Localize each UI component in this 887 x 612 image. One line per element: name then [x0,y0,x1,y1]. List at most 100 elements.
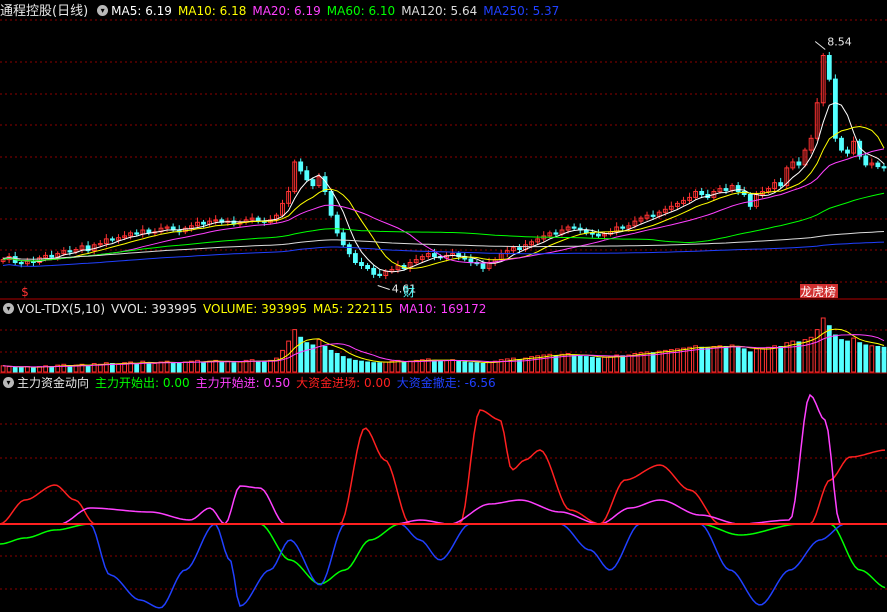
flow-indicator-name: 主力资金动向 [17,376,90,390]
volume-bar [225,360,231,373]
ma250-line [2,241,885,267]
candle-body [571,226,577,229]
big-out-label: 大资金撤走: -6.56 [396,376,496,390]
volume-bar [359,360,364,373]
volume-bar [826,325,832,373]
candle-body [778,182,784,187]
candle-body [310,179,316,187]
volume-bar [346,358,352,373]
candle-body [371,267,377,275]
volume-bar [158,361,164,373]
candle-body [875,162,881,168]
volume-bar [711,346,717,373]
volume-bar [49,366,55,373]
ma5-line [2,102,885,273]
volume-bar [626,354,632,373]
volume-bar [219,361,225,373]
volume-bar [729,344,735,373]
volume-bar [875,346,881,373]
flow-pane-header: ▾ 主力资金动向 主力开始出: 0.00 主力开始进: 0.50 大资金进场: 0.00… [0,374,502,392]
volume-bar [778,346,784,373]
volume-bar [322,346,328,373]
volume-bar [735,346,741,373]
indicator-toggle-icon[interactable]: ▾ [97,5,109,16]
volume-bar [292,329,298,373]
volume-bar [182,361,188,373]
volume-pane-header: ▾ VOL-TDX(5,10) VVOL: 393995 VOLUME: 393995… [0,300,492,318]
volume-bar [377,362,383,373]
candle-body [480,263,486,269]
ma20-label: MA20: 6.19 [252,4,321,18]
volume-bar [608,356,614,373]
flow-series-magenta [0,393,885,525]
candle-body [353,253,358,264]
volume-bar [814,329,820,373]
ma5-label: MA5: 6.19 [111,4,172,18]
price-pane-header: 通程控股(日线) ▾ MA5: 6.19 MA10: 6.18 MA20: 6.19 MA… [0,2,565,20]
volume-bar [839,339,844,373]
volume-bar [237,361,243,373]
ma60-label: MA60: 6.10 [326,4,396,18]
chart-marker: 财 [403,285,415,299]
volume-bar [25,366,30,373]
candle-body [328,191,334,216]
volume-bar [334,353,340,373]
volume-bar [268,359,273,373]
candle-body [201,221,206,225]
volume-bar [371,362,377,373]
candle-body [833,78,838,139]
candle-body [747,194,753,207]
candle-body [826,55,832,80]
volume-bar [401,361,407,373]
volume-bar [18,366,24,373]
candle-body [18,262,24,265]
candle-body [845,149,850,154]
volume-bar [170,362,176,373]
flow-in-label: 主力开始进: 0.50 [195,376,291,390]
volume-bar [462,361,468,373]
volume-bar [304,342,310,373]
chart-marker: $ [21,285,29,299]
volume-bar [389,360,395,373]
vvol-label: VVOL: 393995 [111,302,198,316]
flow-series-red [0,409,886,525]
volume-bar [747,351,753,373]
candle-body [517,247,522,250]
volume-bar [833,334,838,373]
volume-bar [596,357,601,373]
candle-body [134,232,140,235]
volume-bar [231,362,237,373]
volume-bar [328,349,334,373]
volume-bar [553,355,559,373]
candle-body [596,233,601,237]
volume-bar [116,363,121,373]
stock-title: 通程控股(日线) [0,4,89,19]
candle-body [863,155,869,166]
high-pointer [814,41,826,50]
volume-label: VOLUME: 393995 [203,302,307,316]
candle-body [340,232,346,246]
volume-bar [85,365,91,373]
candle-body [298,161,304,172]
volume-toggle-icon[interactable]: ▾ [3,303,14,314]
candle-body [650,214,656,217]
volume-bar [571,354,577,373]
volume-bar [407,360,413,373]
candle-body [699,191,705,195]
volume-bar [261,361,267,373]
candle-body [839,137,844,151]
volume-bar [602,356,607,373]
volume-bar [31,366,36,373]
volume-bar [857,342,863,373]
vol-ma5-label: MA5: 222115 [312,302,393,316]
volume-bar [590,356,595,373]
volume-bar [432,359,437,373]
chart-marker: 龙虎榜 [800,284,836,299]
volume-bar [614,354,620,373]
volume-bar [255,360,261,373]
candle-body [796,161,802,166]
ma250-label: MA250: 5.37 [483,4,560,18]
volume-bar [450,359,456,373]
flow-toggle-icon[interactable]: ▾ [3,377,14,388]
candle-body [723,188,729,191]
